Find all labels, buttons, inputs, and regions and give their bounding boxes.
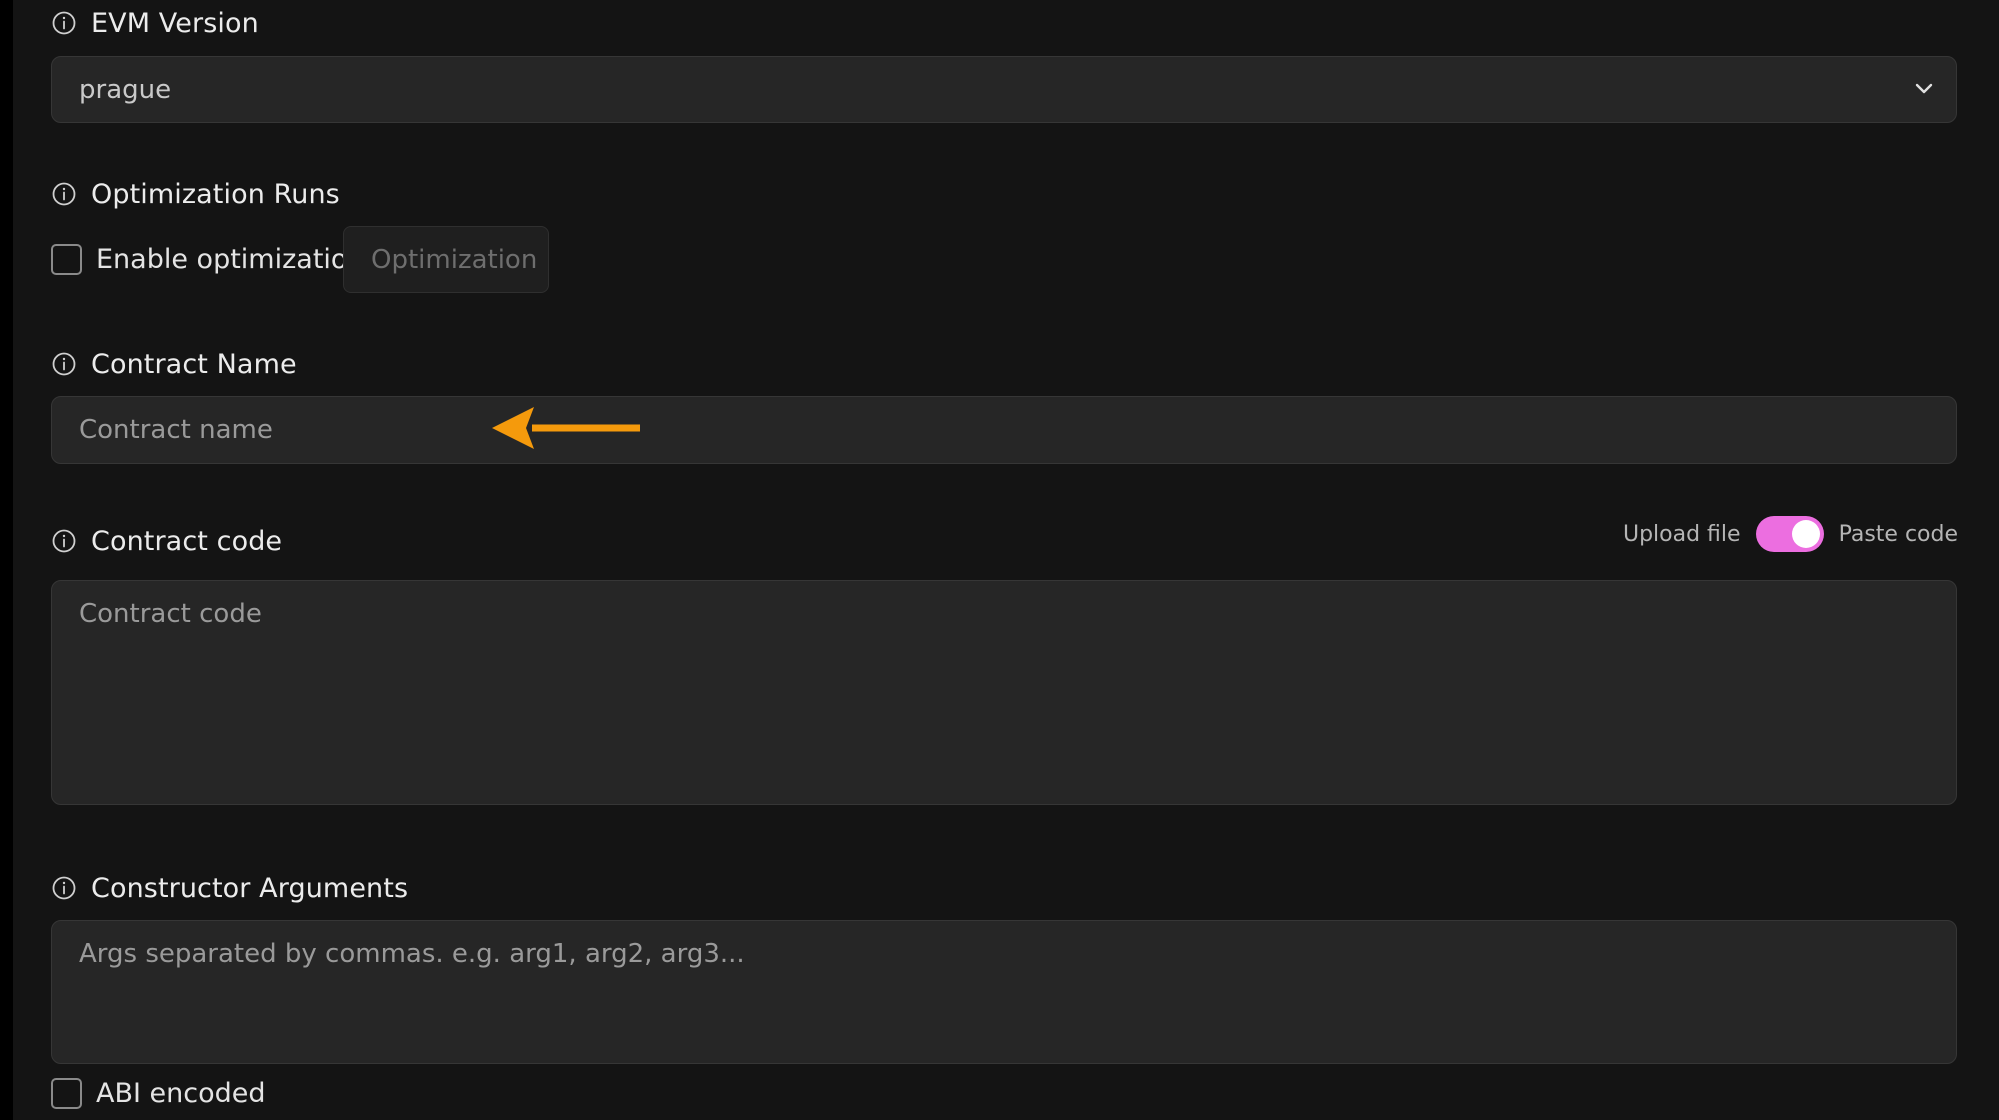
abi-encoded-checkbox[interactable] — [51, 1078, 82, 1109]
optimization-runs-label: Optimization Runs — [91, 178, 340, 210]
code-source-switch: Upload file Paste code — [1623, 516, 1958, 552]
info-icon[interactable] — [51, 181, 77, 207]
contract-code-textarea[interactable]: Contract code — [51, 580, 1957, 805]
chevron-down-icon — [1915, 83, 1933, 94]
info-icon[interactable] — [51, 351, 77, 377]
constructor-arguments-placeholder: Args separated by commas. e.g. arg1, arg… — [79, 939, 745, 969]
evm-version-select[interactable]: prague — [51, 56, 1957, 123]
evm-version-label: EVM Version — [91, 7, 259, 39]
enable-optimization-label[interactable]: Enable optimization — [96, 244, 365, 275]
evm-version-selected-value: prague — [79, 75, 172, 105]
info-icon[interactable] — [51, 10, 77, 36]
contract-code-label-row: Contract code — [51, 524, 282, 558]
constructor-arguments-label-row: Constructor Arguments — [51, 871, 408, 905]
enable-optimization-checkbox[interactable] — [51, 244, 82, 275]
upload-file-label[interactable]: Upload file — [1623, 522, 1741, 547]
optimization-runs-input[interactable]: Optimization — [343, 226, 549, 293]
contract-name-placeholder: Contract name — [79, 415, 273, 445]
arrow-left-icon — [492, 407, 640, 449]
constructor-arguments-label: Constructor Arguments — [91, 872, 409, 904]
optimization-runs-placeholder: Optimization — [371, 245, 538, 275]
evm-version-label-row: EVM Version — [51, 6, 259, 40]
abi-encoded-label[interactable]: ABI encoded — [96, 1078, 266, 1109]
code-source-toggle[interactable] — [1755, 516, 1824, 552]
info-icon[interactable] — [51, 528, 77, 554]
paste-code-label[interactable]: Paste code — [1839, 522, 1958, 547]
page: EVM Version prague Optimization Runs Ena… — [0, 0, 1999, 1120]
contract-name-input[interactable]: Contract name — [51, 396, 1957, 464]
contract-code-label: Contract code — [91, 525, 283, 557]
toggle-knob — [1791, 520, 1820, 548]
contract-code-placeholder: Contract code — [79, 599, 262, 629]
contract-name-label-row: Contract Name — [51, 347, 297, 381]
contract-name-label: Contract Name — [91, 348, 297, 380]
optimization-runs-label-row: Optimization Runs — [51, 177, 340, 211]
constructor-arguments-textarea[interactable]: Args separated by commas. e.g. arg1, arg… — [51, 920, 1957, 1064]
info-icon[interactable] — [51, 875, 77, 901]
